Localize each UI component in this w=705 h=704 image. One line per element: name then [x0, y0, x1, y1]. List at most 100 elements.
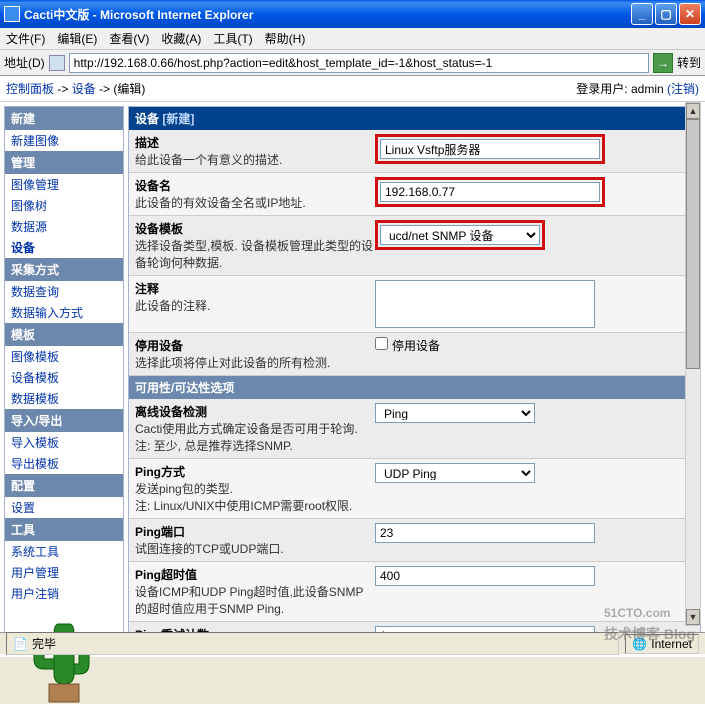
form-row: 停用设备选择此项将停止对此设备的所有检测. 停用设备	[129, 333, 700, 376]
form-row: Ping端口试图连接的TCP或UDP端口.	[129, 519, 700, 562]
sidebar-item[interactable]: 设备	[5, 237, 123, 258]
sidebar-category: 配置	[5, 474, 123, 497]
sidebar-item[interactable]: 导出模板	[5, 453, 123, 474]
user-info: 登录用户: admin (注销)	[576, 80, 699, 97]
breadcrumb-devices[interactable]: 设备	[72, 82, 96, 96]
sidebar-item[interactable]: 数据模板	[5, 388, 123, 409]
sidebar-item[interactable]: 图像模板	[5, 346, 123, 367]
menubar: 文件(F) 编辑(E) 查看(V) 收藏(A) 工具(T) 帮助(H)	[0, 28, 705, 50]
highlight-box	[375, 134, 605, 164]
form-row: 设备模板选择设备类型,模板. 设备模板管理此类型的设备轮询何种数据.ucd/ne…	[129, 216, 700, 276]
internet-zone-icon: 🌐	[632, 637, 647, 651]
sidebar-item[interactable]: 新建图像	[5, 130, 123, 151]
sidebar-item[interactable]: 设备模板	[5, 367, 123, 388]
status-done: 📄 完毕	[6, 632, 619, 655]
scrollbar[interactable]: ▲ ▼	[685, 102, 701, 626]
window-buttons: _ ▢ ✕	[631, 3, 701, 25]
field-control	[375, 134, 694, 164]
window-title: Cacti中文版 - Microsoft Internet Explorer	[24, 6, 631, 23]
sidebar-item[interactable]: 导入模板	[5, 432, 123, 453]
new-link[interactable]: [新建]	[162, 112, 194, 126]
textarea-input[interactable]	[375, 280, 595, 328]
sidebar-category: 工具	[5, 518, 123, 541]
section-availability: 可用性/可达性选项	[129, 376, 700, 399]
statusbar: 📄 完毕 🌐 Internet	[0, 632, 705, 654]
sidebar-category: 导入/导出	[5, 409, 123, 432]
sidebar-item[interactable]: 数据源	[5, 216, 123, 237]
form-row: 描述给此设备一个有意义的描述.	[129, 130, 700, 173]
field-label: 停用设备选择此项将停止对此设备的所有检测.	[135, 337, 375, 371]
logout-link[interactable]: (注销)	[667, 82, 699, 96]
sidebar-item[interactable]: 系统工具	[5, 541, 123, 562]
go-button[interactable]: →	[653, 53, 673, 73]
highlight-box	[375, 177, 605, 207]
breadcrumb: 控制面板 -> 设备 -> (编辑) 登录用户: admin (注销)	[0, 76, 705, 102]
field-control: ucd/net SNMP 设备	[375, 220, 694, 250]
breadcrumb-console[interactable]: 控制面板	[6, 82, 54, 96]
menu-tools[interactable]: 工具(T)	[213, 30, 252, 47]
address-input[interactable]	[69, 53, 649, 73]
address-label: 地址(D)	[4, 54, 45, 71]
checkbox-label: 停用设备	[392, 337, 440, 354]
field-label: 设备名此设备的有效设备全名或IP地址.	[135, 177, 375, 211]
field-label: 描述给此设备一个有意义的描述.	[135, 134, 375, 168]
menu-fav[interactable]: 收藏(A)	[161, 30, 201, 47]
select-input[interactable]: UDP Ping	[375, 463, 535, 483]
form-row: 注释此设备的注释.	[129, 276, 700, 333]
field-control	[375, 280, 694, 328]
page-done-icon: 📄	[13, 637, 28, 651]
menu-edit[interactable]: 编辑(E)	[57, 30, 97, 47]
breadcrumb-edit: (编辑)	[113, 82, 145, 96]
field-label: Ping端口试图连接的TCP或UDP端口.	[135, 523, 375, 557]
checkbox-input[interactable]	[375, 337, 388, 350]
sidebar-category: 采集方式	[5, 258, 123, 281]
menu-help[interactable]: 帮助(H)	[265, 30, 306, 47]
form-row: Ping超时值设备ICMP和UDP Ping超时值,此设备SNMP的超时值应用于…	[129, 562, 700, 622]
sidebar-item[interactable]: 用户注销	[5, 583, 123, 604]
sidebar-item[interactable]: 图像树	[5, 195, 123, 216]
sidebar-category: 新建	[5, 107, 123, 130]
highlight-box: ucd/net SNMP 设备	[375, 220, 545, 250]
text-input[interactable]	[380, 182, 600, 202]
sidebar: 新建新建图像管理图像管理图像树数据源设备采集方式数据查询数据输入方式模板图像模板…	[4, 106, 124, 653]
page-icon	[49, 55, 65, 71]
sidebar-item[interactable]: 数据输入方式	[5, 302, 123, 323]
app-icon	[4, 6, 20, 22]
address-bar: 地址(D) → 转到	[0, 50, 705, 76]
form-row: 离线设备检测Cacti使用此方式确定设备是否可用于轮询. 注: 至少, 总是推荐…	[129, 399, 700, 459]
menu-file[interactable]: 文件(F)	[6, 30, 45, 47]
sidebar-item[interactable]: 设置	[5, 497, 123, 518]
select-input[interactable]: ucd/net SNMP 设备	[380, 225, 540, 245]
sidebar-item[interactable]: 用户管理	[5, 562, 123, 583]
status-zone: 🌐 Internet	[625, 634, 699, 654]
field-control	[375, 177, 694, 207]
text-input[interactable]	[375, 566, 595, 586]
main-panel: 设备 [新建] 描述给此设备一个有意义的描述.设备名此设备的有效设备全名或IP地…	[128, 106, 701, 653]
text-input[interactable]	[375, 523, 595, 543]
sidebar-item[interactable]: 图像管理	[5, 174, 123, 195]
minimize-button[interactable]: _	[631, 3, 653, 25]
field-label: 离线设备检测Cacti使用此方式确定设备是否可用于轮询. 注: 至少, 总是推荐…	[135, 403, 375, 454]
user-label: 登录用户:	[576, 82, 631, 96]
form-row: 设备名此设备的有效设备全名或IP地址.	[129, 173, 700, 216]
field-control	[375, 566, 694, 586]
user-name: admin	[631, 82, 664, 96]
field-label: Ping方式发送ping包的类型. 注: Linux/UNIX中使用ICMP需要…	[135, 463, 375, 514]
go-label: 转到	[677, 54, 701, 71]
select-input[interactable]: Ping	[375, 403, 535, 423]
close-button[interactable]: ✕	[679, 3, 701, 25]
sidebar-category: 管理	[5, 151, 123, 174]
menu-view[interactable]: 查看(V)	[109, 30, 149, 47]
cactus-logo	[5, 614, 123, 704]
scroll-up-icon[interactable]: ▲	[686, 103, 700, 119]
field-label: 设备模板选择设备类型,模板. 设备模板管理此类型的设备轮询何种数据.	[135, 220, 375, 271]
field-label: 注释此设备的注释.	[135, 280, 375, 314]
field-control: 停用设备	[375, 337, 694, 354]
scroll-thumb[interactable]	[686, 119, 700, 369]
form-row: Ping方式发送ping包的类型. 注: Linux/UNIX中使用ICMP需要…	[129, 459, 700, 519]
maximize-button[interactable]: ▢	[655, 3, 677, 25]
text-input[interactable]	[380, 139, 600, 159]
sidebar-item[interactable]: 数据查询	[5, 281, 123, 302]
breadcrumb-path: 控制面板 -> 设备 -> (编辑)	[6, 80, 576, 97]
scroll-down-icon[interactable]: ▼	[686, 609, 700, 625]
